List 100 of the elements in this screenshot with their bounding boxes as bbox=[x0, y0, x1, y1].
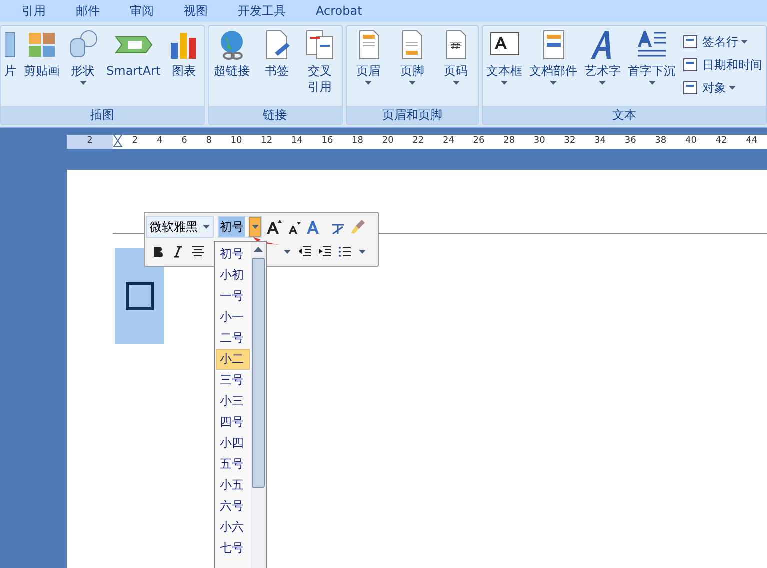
ribbon-button[interactable]: 页码 bbox=[440, 29, 472, 85]
ribbon-button[interactable]: 艺术字 bbox=[584, 29, 621, 85]
ribbon-button[interactable]: 首字下沉 bbox=[628, 29, 676, 85]
ruler-number: 2 bbox=[132, 135, 138, 148]
caret-icon bbox=[599, 81, 606, 85]
decrease-indent-icon[interactable] bbox=[299, 246, 311, 258]
ribbon-tab[interactable]: 开发工具 bbox=[236, 2, 288, 20]
scrollbar[interactable] bbox=[251, 242, 266, 568]
small-icon bbox=[683, 80, 700, 96]
caret-icon bbox=[648, 81, 656, 85]
group-title: 链接 bbox=[208, 106, 342, 124]
ribbon-small-button[interactable]: 签名行 bbox=[683, 31, 762, 52]
font-size-option[interactable]: 二号 bbox=[216, 328, 250, 349]
ruler-number: 40 bbox=[685, 135, 697, 148]
font-size-option[interactable]: 初号 bbox=[216, 244, 250, 265]
caret-icon bbox=[550, 81, 558, 85]
ribbon-tab[interactable]: 邮件 bbox=[74, 2, 102, 20]
ruler-number: 14 bbox=[291, 135, 303, 148]
caret-icon bbox=[501, 81, 508, 85]
ribbon-button[interactable]: 剪贴画 bbox=[24, 29, 60, 79]
ribbon-button[interactable]: 交叉引用 bbox=[304, 29, 336, 95]
ribbon-tab[interactable]: 视图 bbox=[182, 2, 210, 20]
ribbon-small-button[interactable]: 对象 bbox=[683, 77, 762, 98]
ribbon-button[interactable]: 书签 bbox=[261, 29, 294, 79]
ruler-number: 24 bbox=[442, 135, 454, 148]
ruler-number: 12 bbox=[261, 135, 273, 148]
caret-icon bbox=[741, 40, 748, 44]
bold-icon[interactable] bbox=[152, 246, 164, 258]
font-size-option[interactable]: 七号 bbox=[216, 538, 250, 559]
ribbon-button[interactable]: 文档部件 bbox=[530, 29, 578, 85]
font-size-option[interactable]: 小初 bbox=[216, 265, 250, 286]
documents-icon bbox=[304, 29, 336, 61]
size-dropdown-button[interactable] bbox=[249, 217, 261, 237]
square-glyph bbox=[126, 282, 154, 310]
ribbon-button[interactable]: SmartArt bbox=[106, 29, 161, 79]
caret-icon bbox=[359, 250, 366, 254]
scrollbar-thumb[interactable] bbox=[252, 258, 265, 488]
caret-icon bbox=[408, 81, 416, 85]
center-align-icon[interactable] bbox=[192, 246, 204, 258]
font-size-option[interactable]: 五号 bbox=[216, 454, 250, 475]
ribbon-tab[interactable]: 引用 bbox=[20, 2, 48, 20]
font-size-option[interactable]: 一号 bbox=[216, 286, 250, 307]
grow-font-icon[interactable] bbox=[266, 219, 282, 235]
caret-icon bbox=[365, 81, 372, 85]
ruler-number: 34 bbox=[594, 135, 606, 148]
caret-icon bbox=[729, 86, 736, 90]
ribbon-small-button[interactable]: 日期和时间 bbox=[683, 54, 762, 75]
ribbon-button[interactable]: 图表 bbox=[168, 29, 200, 79]
caret-icon bbox=[252, 225, 258, 229]
ribbon-button[interactable]: 片 bbox=[4, 29, 17, 79]
ruler-number: 8 bbox=[206, 135, 212, 148]
font-size-option[interactable]: 小一 bbox=[216, 307, 250, 328]
shrink-font-icon[interactable] bbox=[286, 219, 302, 235]
ruler-number: 38 bbox=[655, 135, 667, 148]
ruler-number: 44 bbox=[746, 135, 758, 148]
bullet-list-icon[interactable] bbox=[339, 246, 351, 258]
ruler-number: 20 bbox=[382, 135, 394, 148]
font-size-option[interactable]: 小二 bbox=[216, 349, 250, 370]
ruler-number: 30 bbox=[534, 135, 546, 148]
ruler-number: 16 bbox=[322, 135, 334, 148]
ruler-number: 6 bbox=[182, 135, 188, 148]
group-title: 文本 bbox=[482, 106, 766, 124]
font-size-option[interactable]: 六号 bbox=[216, 496, 250, 517]
font-size-field[interactable]: 初号 bbox=[218, 216, 262, 238]
font-size-option[interactable]: 三号 bbox=[216, 370, 250, 391]
ruler-number: 26 bbox=[473, 135, 485, 148]
ruler-number: 42 bbox=[716, 135, 728, 148]
ruler-number: 18 bbox=[352, 135, 364, 148]
group-title: 插图 bbox=[1, 106, 204, 124]
ruler-number: 32 bbox=[564, 135, 576, 148]
brush-icon[interactable] bbox=[350, 219, 366, 235]
ribbon-tab[interactable]: 审阅 bbox=[128, 2, 156, 20]
font-size-option[interactable]: 四号 bbox=[216, 412, 250, 433]
increase-indent-icon[interactable] bbox=[319, 246, 331, 258]
ribbon-button[interactable]: 页脚 bbox=[396, 29, 428, 85]
ruler-number: 2 bbox=[87, 135, 93, 148]
font-size-option[interactable]: 小六 bbox=[216, 517, 250, 538]
small-icon bbox=[683, 34, 700, 50]
italic-icon[interactable] bbox=[172, 246, 184, 258]
caret-icon bbox=[80, 81, 87, 85]
scroll-up-icon[interactable] bbox=[254, 247, 263, 252]
ruler-number: 22 bbox=[412, 135, 424, 148]
group-title: 页眉和页脚 bbox=[346, 106, 478, 124]
font-dropdown[interactable]: 微软雅黑 bbox=[146, 216, 214, 238]
font-size-option[interactable]: 小四 bbox=[216, 433, 250, 454]
font-size-option[interactable]: 小三 bbox=[216, 391, 250, 412]
ribbon-button[interactable]: 页眉 bbox=[352, 29, 385, 85]
caret-icon bbox=[452, 81, 460, 85]
caret-icon bbox=[203, 225, 210, 229]
ruler-number: 4 bbox=[157, 135, 163, 148]
ribbon-tab[interactable]: Acrobat bbox=[314, 2, 364, 20]
ribbon-button[interactable]: 文本框 bbox=[486, 29, 522, 85]
ribbon-button[interactable]: 超链接 bbox=[214, 29, 250, 79]
ruler-number: 10 bbox=[230, 135, 242, 148]
small-icon bbox=[683, 56, 700, 72]
font-size-option[interactable]: 小五 bbox=[216, 475, 250, 496]
ribbon-button[interactable]: 形状 bbox=[67, 29, 100, 85]
ruler-number: 36 bbox=[624, 135, 636, 148]
caret-icon bbox=[284, 250, 291, 254]
ruler-number: 28 bbox=[504, 135, 516, 148]
